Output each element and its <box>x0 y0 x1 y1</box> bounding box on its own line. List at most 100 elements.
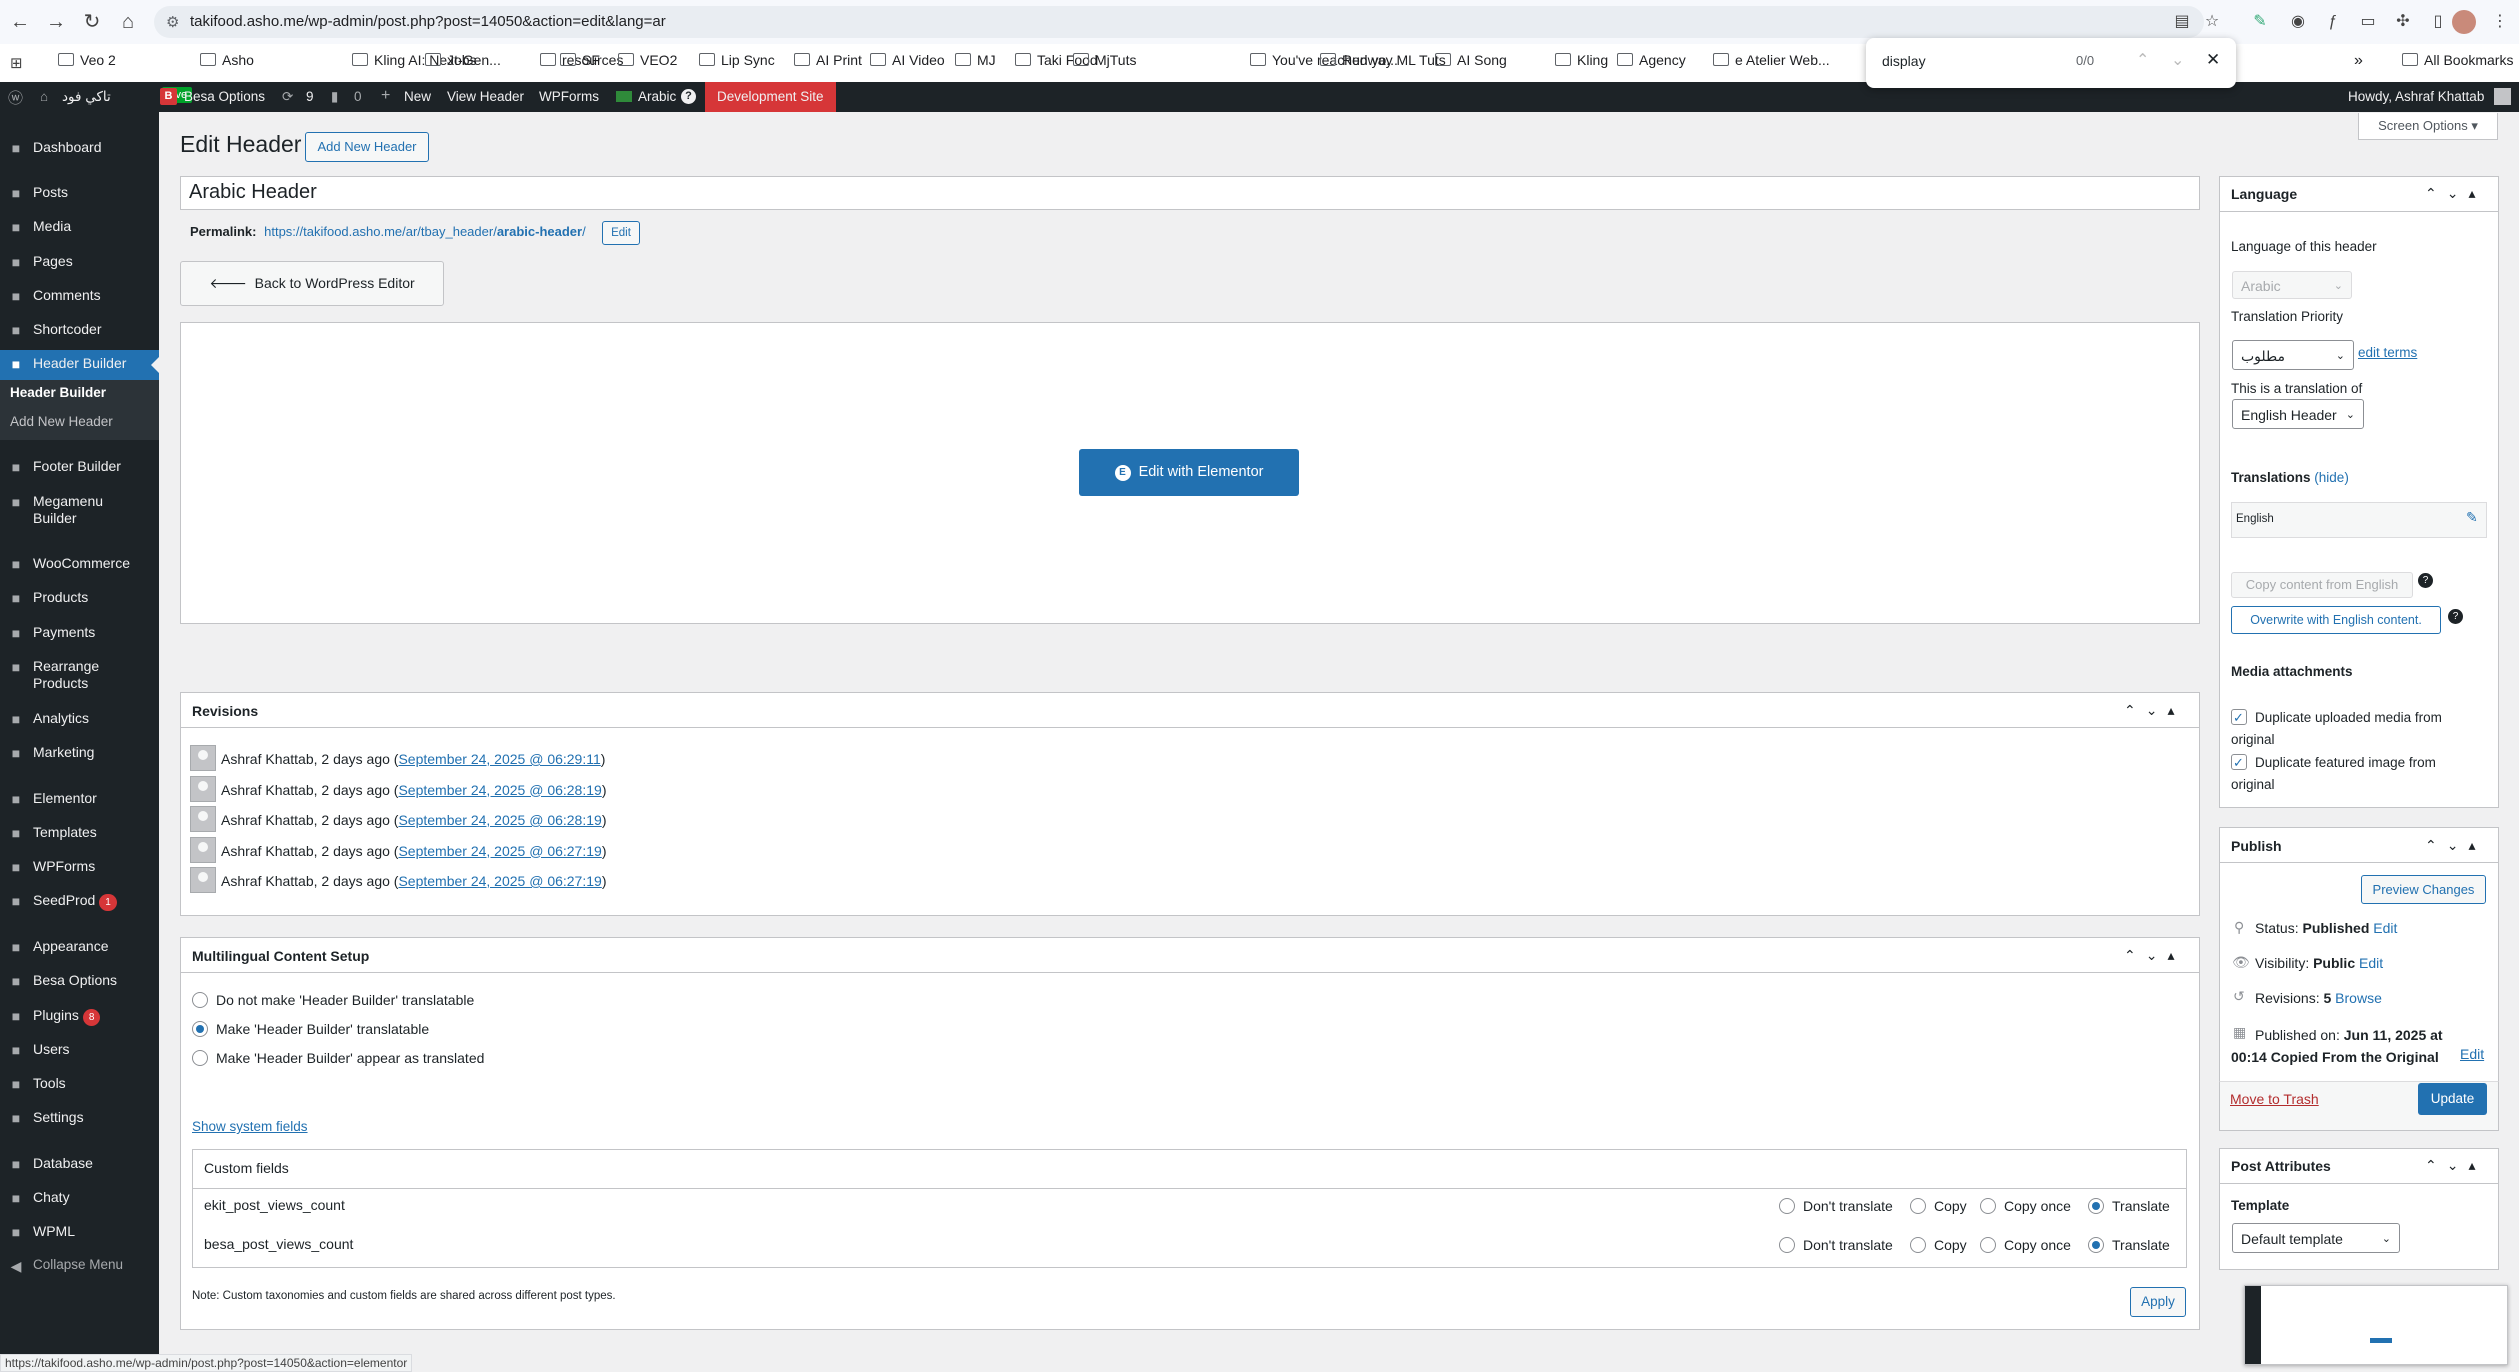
status-edit-link[interactable]: Edit <box>2373 920 2397 936</box>
sidebar-item-analytics[interactable]: ■ Analytics <box>0 705 159 735</box>
update-button[interactable]: Update <box>2418 1083 2487 1115</box>
sidebar-item-media[interactable]: ■ Media <box>0 213 159 243</box>
extension-pen-icon[interactable]: ✎ <box>2250 12 2270 32</box>
bookmark-item[interactable]: e Atelier Web... <box>1713 52 1830 68</box>
screenshot-thumbnail[interactable] <box>2244 1285 2508 1365</box>
radio-button[interactable] <box>1779 1198 1795 1214</box>
sidebar-item-payments[interactable]: ■ Payments <box>0 619 159 649</box>
sidebar-item-marketing[interactable]: ■ Marketing <box>0 739 159 769</box>
title-value[interactable]: Arabic Header <box>189 181 317 204</box>
sidebar-item-rearrange-products[interactable]: ■ Rearrange Products <box>0 653 159 699</box>
find-close-icon[interactable]: ✕ <box>2206 50 2220 70</box>
move-to-trash-link[interactable]: Move to Trash <box>2230 1091 2319 1107</box>
updates-count[interactable]: 9 <box>306 89 314 104</box>
field-translation-option[interactable]: Translate <box>2088 1198 2170 1214</box>
bookmark-item[interactable]: Jobs <box>425 52 477 68</box>
camera-icon[interactable]: ◉ <box>2288 12 2308 32</box>
radio-button[interactable] <box>1980 1237 1996 1253</box>
besa-options-link[interactable]: Besa Options <box>184 89 265 104</box>
sidebar-item-comments[interactable]: ■ Comments <box>0 282 159 312</box>
language-switcher[interactable]: Arabic <box>638 89 676 104</box>
bookmark-item[interactable]: Lip Sync <box>699 52 775 68</box>
bookmark-item[interactable]: VEO2 <box>618 52 677 68</box>
sidebar-item-wpforms[interactable]: ■ WPForms <box>0 853 159 883</box>
sidebar-item-database[interactable]: ■ Database <box>0 1150 159 1180</box>
translation-of-select[interactable]: English Header ⌄ <box>2232 399 2364 429</box>
find-input[interactable]: display <box>1882 53 1926 69</box>
menu-kebab-icon[interactable]: ⋮ <box>2490 12 2510 32</box>
sidebar-item-appearance[interactable]: ■ Appearance <box>0 933 159 963</box>
wpforms-link[interactable]: WPForms <box>539 89 599 104</box>
sidebar-item-woocommerce[interactable]: ■ WooCommerce <box>0 550 159 580</box>
revision-link[interactable]: September 24, 2025 @ 06:28:19 <box>398 782 601 798</box>
sidebar-item-seedprod[interactable]: ■ SeedProd 1 <box>0 887 159 917</box>
radio-button[interactable] <box>1910 1198 1926 1214</box>
edit-with-elementor-button[interactable]: E Edit with Elementor <box>1079 449 1299 496</box>
sidebar-item-templates[interactable]: ■ Templates <box>0 819 159 849</box>
sidebar-item-besa-options[interactable]: ■ Besa Options <box>0 967 159 997</box>
besa-b-icon[interactable]: B <box>160 88 177 105</box>
help-icon[interactable]: ? <box>2448 609 2463 624</box>
bookmark-item[interactable]: Veo 2 <box>58 52 116 68</box>
sidebar-item-footer-builder[interactable]: ■ Footer Builder <box>0 453 159 483</box>
all-bookmarks[interactable]: All Bookmarks <box>2402 52 2513 68</box>
radio-button[interactable] <box>2088 1237 2104 1253</box>
edit-terms-link[interactable]: edit terms <box>2358 345 2417 360</box>
add-new-header-button[interactable]: Add New Header <box>305 132 429 162</box>
user-avatar[interactable] <box>2494 88 2511 105</box>
apply-button[interactable]: Apply <box>2130 1287 2186 1317</box>
comments-icon[interactable]: ▮ <box>331 89 338 105</box>
duplicate-featured-checkbox[interactable]: Duplicate featured image from original <box>2231 752 2481 796</box>
bookmark-item[interactable]: AI Video <box>870 52 945 68</box>
bookmark-item[interactable]: AI Song <box>1435 52 1507 68</box>
sidebar-item-dashboard[interactable]: ■ Dashboard <box>0 134 159 164</box>
site-name[interactable]: تاكي فود <box>62 89 111 105</box>
box-move-arrows-icon[interactable]: ⌃⌄▴ <box>2425 185 2486 202</box>
radio-button[interactable] <box>192 1050 208 1066</box>
sidebar-item-megamenu-builder[interactable]: ■ Megamenu Builder <box>0 488 159 534</box>
bookmarks-overflow-icon[interactable]: » <box>2354 52 2363 70</box>
permalink-edit-button[interactable]: Edit <box>602 221 640 245</box>
duplicate-media-checkbox[interactable]: Duplicate uploaded media from original <box>2231 707 2481 751</box>
extension-f-icon[interactable]: ƒ <box>2323 12 2343 32</box>
published-edit-link[interactable]: Edit <box>2460 1046 2484 1062</box>
plus-icon[interactable]: + <box>381 87 390 105</box>
bookmark-item[interactable]: Agency <box>1617 52 1686 68</box>
howdy-user[interactable]: Howdy, Ashraf Khattab <box>2348 89 2484 104</box>
hide-translations-link[interactable]: (hide) <box>2314 470 2349 485</box>
sidebar-item-products[interactable]: ■ Products <box>0 584 159 614</box>
field-translation-option[interactable]: Copy <box>1910 1198 1967 1214</box>
back-to-wordpress-editor-button[interactable]: 🡐 Back to WordPress Editor <box>180 261 444 306</box>
sidebar-item-collapse-menu[interactable]: ◀ Collapse Menu <box>0 1252 159 1282</box>
view-header-link[interactable]: View Header <box>447 89 524 104</box>
submenu-item[interactable]: Add New Header <box>10 414 113 429</box>
overwrite-content-button[interactable]: Overwrite with English content. <box>2231 606 2441 634</box>
title-input[interactable]: Arabic Header <box>180 176 2200 210</box>
extension-card-icon[interactable]: ▭ <box>2358 12 2378 32</box>
box-move-arrows-icon[interactable]: ⌃⌄▴ <box>2425 837 2486 854</box>
field-translation-option[interactable]: Translate <box>2088 1237 2170 1253</box>
revision-link[interactable]: September 24, 2025 @ 06:27:19 <box>398 843 601 859</box>
help-icon[interactable]: ? <box>2418 573 2433 588</box>
sidebar-item-tools[interactable]: ■ Tools <box>0 1070 159 1100</box>
sidebar-item-pages[interactable]: ■ Pages <box>0 248 159 278</box>
box-move-arrows-icon[interactable]: ⌃⌄▴ <box>2124 947 2185 964</box>
forward-arrow-icon[interactable]: → <box>42 8 70 36</box>
translatable-option[interactable]: Make 'Header Builder' appear as translat… <box>192 1050 484 1066</box>
updates-icon[interactable]: ⟳ <box>282 89 293 105</box>
home-icon[interactable]: ⌂ <box>114 8 142 36</box>
radio-button[interactable] <box>192 992 208 1008</box>
bookmark-item[interactable]: Kling <box>1555 52 1608 68</box>
apps-grid-icon[interactable]: ⊞ <box>10 54 23 72</box>
bookmark-item[interactable]: MJ <box>955 52 996 68</box>
sidebar-item-elementor[interactable]: ■ Elementor <box>0 785 159 815</box>
permalink-link[interactable]: https://takifood.asho.me/ar/tbay_header/… <box>264 224 586 239</box>
sidebar-item-posts[interactable]: ■ Posts <box>0 179 159 209</box>
radio-button[interactable] <box>1980 1198 1996 1214</box>
pencil-icon[interactable]: ✎ <box>2466 509 2478 526</box>
bookmark-item[interactable]: SF <box>560 52 600 68</box>
help-icon[interactable]: ? <box>681 89 696 104</box>
sidebar-item-wpml[interactable]: ■ WPML <box>0 1218 159 1248</box>
field-translation-option[interactable]: Don't translate <box>1779 1198 1893 1214</box>
revision-link[interactable]: September 24, 2025 @ 06:28:19 <box>398 812 601 828</box>
